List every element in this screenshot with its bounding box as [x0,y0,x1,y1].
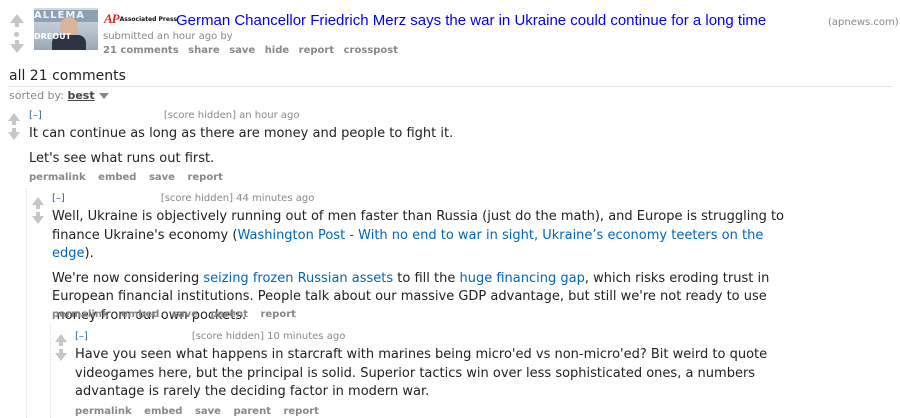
report-button[interactable]: report [299,45,334,56]
save-button[interactable]: save [172,309,198,320]
report-button[interactable]: report [283,406,318,417]
embed-button[interactable]: embed [144,406,182,417]
save-button[interactable]: save [229,45,255,56]
comment-buttons: permalink embed save parent report [52,309,305,320]
comment-text: ). [84,246,94,261]
embed-button[interactable]: embed [121,309,159,320]
post-thumbnail[interactable]: ALLEMA DREOUT [34,8,98,50]
upvote-arrow-stem [15,23,19,27]
comment-time: 10 minutes ago [267,331,346,342]
comment-paragraph: Well, Ukraine is objectively running out… [52,208,800,264]
upvote-arrow-icon[interactable] [8,113,20,121]
comment-time: an hour ago [239,110,300,121]
collapse-toggle[interactable]: [–] [29,110,42,121]
embed-button[interactable]: embed [98,172,136,183]
sort-value[interactable]: best [67,89,94,102]
collapse-toggle[interactable]: [–] [52,193,65,204]
comments-header: all 21 comments [9,68,126,84]
downvote-arrow-icon[interactable] [32,216,44,224]
report-button[interactable]: report [260,309,295,320]
collapse-toggle[interactable]: [–] [75,331,88,342]
thread-indent-line[interactable] [50,325,51,418]
chevron-down-icon[interactable] [98,93,109,99]
score-dot-icon [14,32,19,37]
report-button[interactable]: report [187,172,222,183]
upvote-arrow-stem [12,121,16,125]
downvote-arrow-icon[interactable] [8,132,20,140]
permalink-button[interactable]: permalink [75,406,132,417]
divider [8,86,892,87]
comment-paragraph: Have you seen what happens in starcraft … [75,347,768,399]
parent-button[interactable]: parent [233,406,271,417]
comment-body: Have you seen what happens in starcraft … [75,346,825,408]
comment-text: We're now considering [52,270,204,286]
ap-logo-text: Associated Press [119,15,178,23]
save-button[interactable]: save [195,406,221,417]
upvote-arrow-stem [59,342,63,346]
ap-logo-mark: AP [104,11,120,26]
comment-buttons: permalink embed save parent report [75,406,328,417]
comments-count-link[interactable]: 21 comments [103,45,179,56]
post-buttons: 21 comments share save hide report cross… [103,45,404,56]
post-header: ALLEMA DREOUT AP Associated Press German… [0,0,900,62]
downvote-arrow-icon[interactable] [10,44,24,53]
comment-time: 44 minutes ago [236,193,315,204]
downvote-arrow-icon[interactable] [55,353,67,361]
permalink-button[interactable]: permalink [52,309,109,320]
upvote-arrow-icon[interactable] [32,197,44,205]
ap-logo: AP Associated Press [104,11,178,26]
hide-button[interactable]: hide [265,45,290,56]
post-tagline: submitted an hour ago by [103,31,233,42]
post-title-link[interactable]: German Chancellor Friedrich Merz says th… [176,12,766,29]
sort-selector: sorted by: best [9,89,109,102]
upvote-arrow-stem [36,205,40,209]
score-hidden: [score hidden] [163,110,236,121]
thread-indent-line[interactable] [26,188,27,418]
save-button[interactable]: save [149,172,175,183]
sort-label: sorted by: [9,89,64,102]
post-domain[interactable]: (apnews.com) [828,17,899,28]
upvote-arrow-icon[interactable] [55,334,67,342]
comment-buttons: permalink embed save report [29,172,232,183]
score-hidden: [score hidden] [160,193,233,204]
crosspost-button[interactable]: crosspost [344,45,398,56]
comment-tagline: [–] [score hidden] 44 minutes ago [52,193,314,204]
financing-gap-link[interactable]: huge financing gap [460,271,585,286]
comment-paragraph: Let's see what runs out first. [29,150,215,166]
share-button[interactable]: share [188,45,220,56]
comment-tagline: [–] [score hidden] an hour ago [29,110,299,121]
upvote-arrow-icon[interactable] [10,14,24,23]
frozen-assets-link[interactable]: seizing frozen Russian assets [203,271,393,286]
comment-paragraph: It can continue as long as there are mon… [29,126,454,141]
comment-text: to fill the [393,270,460,286]
parent-button[interactable]: parent [210,309,248,320]
comment-body: It can continue as long as there are mon… [29,125,889,174]
thumbnail-text-bottom: DREOUT [34,32,72,41]
score-hidden: [score hidden] [191,331,264,342]
comment-tagline: [–] [score hidden] 10 minutes ago [75,331,345,342]
permalink-button[interactable]: permalink [29,172,86,183]
